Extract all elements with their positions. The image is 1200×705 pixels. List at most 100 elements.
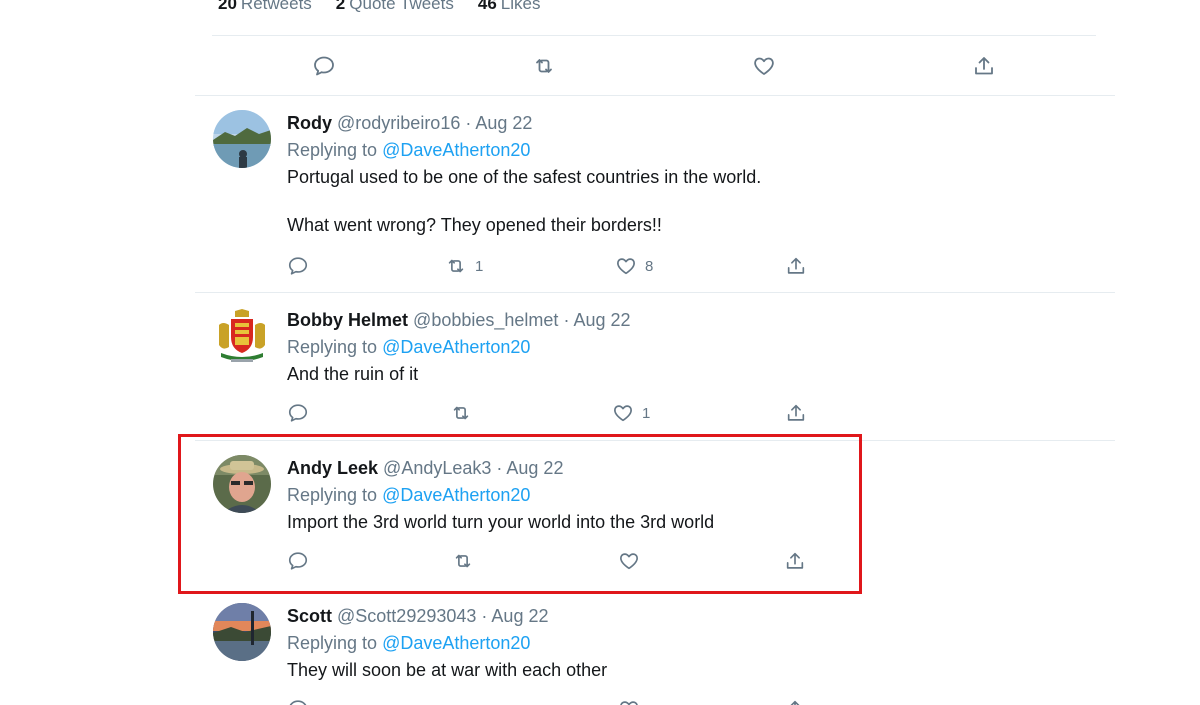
sunset-photo-icon — [213, 603, 271, 661]
reply-content: Scott @Scott29293043 · Aug 22 Replying t… — [287, 603, 1087, 682]
tweet-date[interactable]: · Aug 22 — [563, 310, 630, 330]
reply-header: Andy Leek @AndyLeak3 · Aug 22 — [287, 455, 1087, 481]
reply-icon — [288, 552, 308, 570]
like-button[interactable] — [746, 48, 782, 84]
reply-tweet[interactable]: Bobby Helmet @bobbies_helmet · Aug 22 Re… — [195, 307, 1115, 441]
share-icon — [790, 700, 800, 705]
retweet-icon — [448, 259, 464, 273]
retweet-icon — [453, 406, 469, 420]
reply-icon — [288, 257, 308, 275]
tweet-date[interactable]: · Aug 22 — [465, 113, 532, 133]
mention-link[interactable]: @DaveAtherton20 — [382, 485, 530, 505]
share-icon — [975, 57, 993, 75]
avatar[interactable] — [213, 603, 271, 661]
retweet-icon — [455, 554, 471, 568]
avatar[interactable] — [213, 455, 271, 513]
share-button[interactable] — [785, 254, 807, 278]
reply-tweet[interactable]: Rody @rodyribeiro16 · Aug 22 Replying to… — [195, 110, 1115, 293]
tweet-text-line: What went wrong? They opened their borde… — [287, 215, 662, 235]
reply-actions — [287, 549, 827, 573]
user-handle[interactable]: @rodyribeiro16 — [337, 113, 460, 133]
quote-tweets-stat[interactable]: 2 Quote Tweets — [336, 0, 454, 14]
like-button[interactable]: 8 — [615, 254, 653, 278]
reply-button[interactable] — [287, 401, 309, 425]
tweet-text: Import the 3rd world turn your world int… — [287, 510, 1087, 534]
reply-button[interactable] — [287, 697, 309, 705]
quote-tweets-label: Quote Tweets — [349, 0, 454, 13]
display-name[interactable]: Andy Leek — [287, 458, 378, 478]
share-button[interactable] — [785, 401, 807, 425]
reply-content: Bobby Helmet @bobbies_helmet · Aug 22 Re… — [287, 307, 1087, 386]
likes-count: 46 — [477, 0, 497, 13]
replying-to-prefix: Replying to — [287, 337, 378, 357]
tweet-date[interactable]: · Aug 22 — [481, 606, 548, 626]
tweet-stats: 20 Retweets 2 Quote Tweets 46 Likes — [218, 0, 540, 14]
reply-icon — [314, 56, 334, 76]
mention-link[interactable]: @DaveAtherton20 — [382, 633, 530, 653]
mention-link[interactable]: @DaveAtherton20 — [382, 140, 530, 160]
reply-icon — [289, 700, 307, 705]
divider — [195, 95, 1115, 96]
like-button[interactable]: 1 — [612, 401, 650, 425]
retweet-count: 1 — [475, 257, 484, 275]
share-icon — [787, 404, 805, 421]
tweet-text-line: Import the 3rd world turn your world int… — [287, 512, 715, 532]
reply-icon — [288, 404, 308, 422]
tweet-text: They will soon be at war with each other — [287, 658, 1087, 682]
replying-to: Replying to @DaveAtherton20 — [287, 137, 1087, 163]
divider — [212, 35, 1096, 36]
mention-link[interactable]: @DaveAtherton20 — [382, 337, 530, 357]
share-button[interactable] — [784, 697, 806, 705]
replying-to-prefix: Replying to — [287, 633, 378, 653]
tweet-text: Portugal used to be one of the safest co… — [287, 165, 1087, 237]
reply-actions — [287, 697, 827, 705]
quote-tweets-count: 2 — [335, 0, 346, 13]
reply-actions: 1 8 — [287, 254, 827, 278]
like-icon — [617, 258, 635, 275]
likes-label: Likes — [500, 0, 541, 13]
retweet-icon — [536, 59, 552, 73]
reply-button[interactable] — [287, 254, 309, 278]
share-button[interactable] — [966, 48, 1002, 84]
retweet-button[interactable]: 1 — [445, 254, 483, 278]
retweets-stat[interactable]: 20 Retweets — [218, 0, 312, 14]
tweet-text-line: Portugal used to be one of the safest co… — [287, 167, 762, 187]
retweet-button[interactable] — [450, 401, 480, 425]
share-button[interactable] — [784, 549, 806, 573]
share-icon — [786, 552, 804, 569]
display-name[interactable]: Bobby Helmet — [287, 310, 408, 330]
coat-of-arms-icon — [213, 307, 271, 365]
like-count: 8 — [645, 257, 654, 275]
reply-actions: 1 — [287, 401, 827, 425]
retweet-button[interactable] — [452, 549, 474, 573]
reply-tweet[interactable]: Scott @Scott29293043 · Aug 22 Replying t… — [195, 603, 1115, 705]
like-button[interactable] — [618, 549, 640, 573]
tweet-text: And the ruin of it — [287, 362, 1087, 386]
avatar[interactable] — [213, 307, 271, 365]
reply-content: Rody @rodyribeiro16 · Aug 22 Replying to… — [287, 110, 1087, 237]
display-name[interactable]: Rody — [287, 113, 332, 133]
divider — [195, 440, 1115, 441]
divider — [195, 292, 1115, 293]
reply-header: Scott @Scott29293043 · Aug 22 — [287, 603, 1087, 629]
user-handle[interactable]: @bobbies_helmet — [413, 310, 558, 330]
reply-content: Andy Leek @AndyLeak3 · Aug 22 Replying t… — [287, 455, 1087, 534]
replying-to: Replying to @DaveAtherton20 — [287, 334, 1087, 360]
reply-button[interactable] — [287, 549, 309, 573]
replying-to-prefix: Replying to — [287, 140, 378, 160]
like-button[interactable] — [618, 697, 640, 705]
like-icon — [754, 57, 774, 75]
tweet-date[interactable]: · Aug 22 — [496, 458, 563, 478]
reply-button[interactable] — [306, 48, 342, 84]
avatar[interactable] — [213, 110, 271, 168]
reply-tweet[interactable]: Andy Leek @AndyLeak3 · Aug 22 Replying t… — [195, 455, 1115, 589]
like-icon — [620, 701, 638, 705]
likes-stat[interactable]: 46 Likes — [478, 0, 541, 14]
main-tweet-actions — [0, 48, 1200, 84]
tweet-text-line: They will soon be at war with each other — [287, 660, 608, 680]
display-name[interactable]: Scott — [287, 606, 332, 626]
user-handle[interactable]: @AndyLeak3 — [383, 458, 491, 478]
retweet-button[interactable] — [526, 48, 562, 84]
retweets-count: 20 — [218, 0, 237, 13]
user-handle[interactable]: @Scott29293043 — [337, 606, 476, 626]
